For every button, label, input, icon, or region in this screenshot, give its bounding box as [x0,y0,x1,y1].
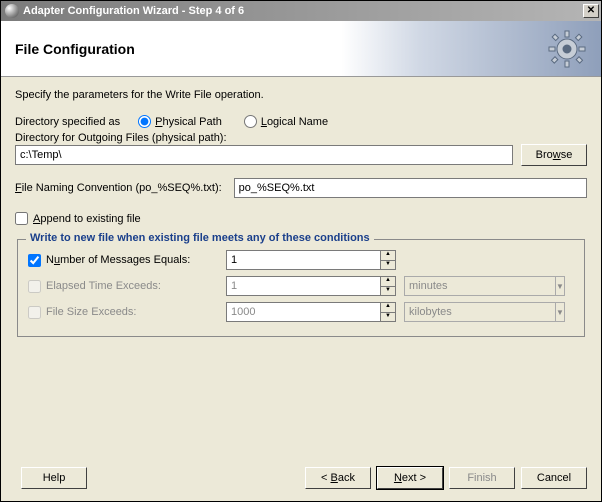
num-msgs-checkbox[interactable] [28,254,41,267]
filesize-spinner: ▲ ▼ [226,302,396,322]
app-icon [5,4,19,18]
radio-logical-input[interactable] [244,115,257,128]
elapsed-check: Elapsed Time Exceeds: [28,280,218,293]
footer: Help < Back Next > Finish Cancel [1,457,601,501]
elapsed-down: ▼ [380,286,396,296]
titlebar: Adapter Configuration Wizard - Step 4 of… [1,1,601,21]
outgoing-row: Browse [15,144,587,166]
elapsed-spinner: ▲ ▼ [226,276,396,296]
chevron-down-icon: ▼ [555,276,565,296]
content-area: Specify the parameters for the Write Fil… [1,77,601,353]
cond-num-msgs-row: Number of Messages Equals: ▲ ▼ [28,250,574,270]
radio-logical-label: Logical Name [261,116,328,128]
filesize-label: File Size Exceeds: [46,306,136,318]
filesize-up: ▲ [380,302,396,312]
next-button[interactable]: Next > [377,467,443,489]
filesize-check: File Size Exceeds: [28,306,218,319]
filesize-unit-combo: ▼ [404,302,508,322]
elapsed-label: Elapsed Time Exceeds: [46,280,161,292]
wizard-header: File Configuration [1,21,601,77]
cond-elapsed-row: Elapsed Time Exceeds: ▲ ▼ ▼ [28,276,574,296]
window-title: Adapter Configuration Wizard - Step 4 of… [23,5,583,17]
dir-spec-radio-group: Physical Path Logical Name [138,115,328,128]
help-button[interactable]: Help [21,467,87,489]
append-label: Append to existing file [33,213,141,225]
filesize-down: ▼ [380,312,396,322]
intro-text: Specify the parameters for the Write Fil… [15,89,587,101]
num-msgs-input[interactable] [226,250,380,270]
outgoing-dir-input[interactable] [15,145,513,165]
gear-icon [547,29,587,69]
num-msgs-spinner[interactable]: ▲ ▼ [226,250,396,270]
back-button[interactable]: < Back [305,467,371,489]
elapsed-checkbox [28,280,41,293]
page-title: File Configuration [15,41,135,57]
radio-physical-label: Physical Path [155,116,222,128]
filesize-checkbox [28,306,41,319]
num-msgs-up[interactable]: ▲ [380,250,396,260]
naming-row: File Naming Convention (po_%SEQ%.txt): [15,178,587,198]
radio-physical-path[interactable]: Physical Path [138,115,222,128]
dir-spec-row: Directory specified as Physical Path Log… [15,115,587,128]
chevron-down-icon: ▼ [555,302,565,322]
cond-filesize-row: File Size Exceeds: ▲ ▼ ▼ [28,302,574,322]
browse-button[interactable]: Browse [521,144,587,166]
num-msgs-check[interactable]: Number of Messages Equals: [28,254,218,267]
cancel-button[interactable]: Cancel [521,467,587,489]
conditions-legend: Write to new file when existing file mee… [26,232,374,244]
elapsed-up: ▲ [380,276,396,286]
append-row: Append to existing file [15,212,587,225]
num-msgs-down[interactable]: ▼ [380,260,396,270]
radio-logical-name[interactable]: Logical Name [244,115,328,128]
filesize-unit-input [404,302,555,322]
close-button[interactable]: ✕ [583,4,599,18]
conditions-fieldset: Write to new file when existing file mee… [17,239,585,337]
dir-spec-label: Directory specified as [15,116,120,128]
elapsed-unit-input [404,276,555,296]
elapsed-unit-combo: ▼ [404,276,508,296]
naming-input[interactable] [234,178,587,198]
naming-label: File Naming Convention (po_%SEQ%.txt): [15,182,222,194]
elapsed-input [226,276,380,296]
append-checkbox[interactable] [15,212,28,225]
num-msgs-label: Number of Messages Equals: [46,254,190,266]
filesize-input [226,302,380,322]
radio-physical-input[interactable] [138,115,151,128]
outgoing-label: Directory for Outgoing Files (physical p… [15,132,587,144]
finish-button: Finish [449,467,515,489]
